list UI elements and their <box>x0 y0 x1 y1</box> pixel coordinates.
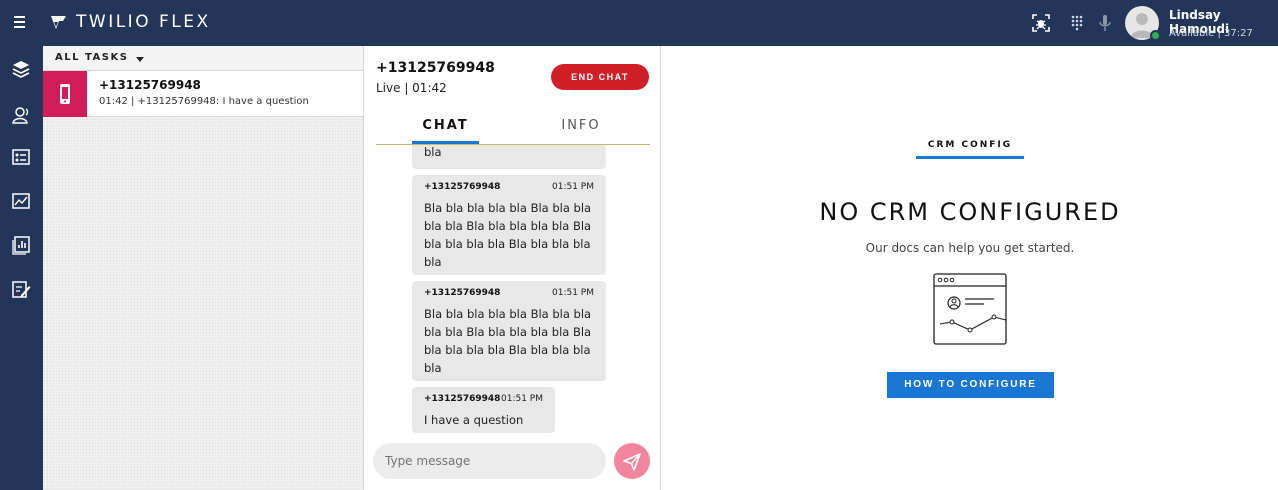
send-icon <box>623 453 641 471</box>
message-line: bla <box>424 361 442 375</box>
wrapup-icon[interactable] <box>10 278 32 300</box>
message-body: I have a question <box>424 411 523 429</box>
layers-icon[interactable] <box>10 58 32 80</box>
message-bubble: bla <box>412 145 606 169</box>
availability-dot <box>1150 30 1161 41</box>
tasks-filter-label: ALL TASKS <box>55 52 129 63</box>
task-subtitle: 01:42 | +13125769948: I have a question <box>99 96 309 107</box>
chat-status: Live | 01:42 <box>376 81 447 95</box>
message-author: +13125769948 <box>424 288 501 298</box>
insights-icon[interactable] <box>10 190 32 212</box>
crm-panel: CRM CONFIG NO CRM CONFIGURED Our docs ca… <box>662 46 1278 490</box>
send-button[interactable] <box>614 443 650 479</box>
crm-subtitle: Our docs can help you get started. <box>865 241 1075 255</box>
message-line: bla bla Bla bla bla bla bla Bla <box>424 219 592 233</box>
debug-bug-icon[interactable] <box>1031 13 1051 33</box>
chevron-down-icon <box>136 57 144 62</box>
message-author: +13125769948 <box>424 394 501 404</box>
message-line: bla bla bla bla Bla bla bla bla <box>424 237 591 251</box>
message-input[interactable] <box>373 443 606 479</box>
message-bubble: +13125769948 01:51 PM Bla bla bla bla bl… <box>412 175 606 275</box>
message-line: I have a question <box>424 413 524 427</box>
crm-title: NO CRM CONFIGURED <box>819 198 1121 226</box>
crm-label-underline <box>916 156 1024 159</box>
reports-icon[interactable] <box>10 234 32 256</box>
message-bubble: +13125769948 01:51 PM Bla bla bla bla bl… <box>412 281 606 381</box>
message-body: Bla bla bla bla bla Bla bla bla bla bla … <box>424 199 591 271</box>
user-status[interactable]: Available | 37:27 <box>1169 28 1253 39</box>
microphone-icon[interactable] <box>1095 13 1115 33</box>
message-time: 01:51 PM <box>552 288 594 298</box>
message-line: bla bla Bla bla bla bla bla Bla <box>424 325 592 339</box>
message-time: 01:51 PM <box>552 182 594 192</box>
task-channel-badge <box>43 71 87 117</box>
chat-customer-number: +13125769948 <box>376 60 495 76</box>
left-nav <box>0 46 43 490</box>
crm-config-label: CRM CONFIG <box>927 140 1013 150</box>
task-list: ALL TASKS +13125769948 01:42 | +13125769… <box>43 46 364 490</box>
teams-icon[interactable] <box>10 146 32 168</box>
browser-profile-chart-icon <box>933 273 1007 345</box>
message-time: 01:51 PM <box>501 394 543 404</box>
end-chat-button[interactable]: END CHAT <box>551 64 649 90</box>
tasks-filter[interactable]: ALL TASKS <box>43 46 363 71</box>
message-line: bla <box>424 255 442 269</box>
menu-icon[interactable] <box>12 13 30 31</box>
mobile-phone-icon <box>60 84 70 104</box>
message-line: bla <box>424 145 442 159</box>
message-list[interactable]: bla +13125769948 01:51 PM Bla bla bla bl… <box>364 145 661 435</box>
chat-panel: +13125769948 Live | 01:42 END CHAT CHAT … <box>364 46 661 490</box>
tab-info[interactable]: INFO <box>548 118 614 144</box>
message-line: Bla bla bla bla bla Bla bla bla <box>424 201 592 215</box>
how-to-configure-button[interactable]: HOW TO CONFIGURE <box>887 372 1054 398</box>
agents-icon[interactable] <box>10 104 32 126</box>
top-bar: TWILIO FLEX Lindsay Hamoudi Available | … <box>0 0 1278 46</box>
task-title: +13125769948 <box>99 78 201 92</box>
message-line: Bla bla bla bla bla Bla bla bla <box>424 307 592 321</box>
message-bubble: +13125769948 01:51 PM I have a question <box>412 387 555 433</box>
app-title: TWILIO FLEX <box>76 12 211 32</box>
message-body: Bla bla bla bla bla Bla bla bla bla bla … <box>424 305 591 377</box>
message-author: +13125769948 <box>424 182 501 192</box>
twilio-logo-icon <box>51 16 66 29</box>
dialpad-icon[interactable] <box>1067 13 1087 33</box>
task-item[interactable]: +13125769948 01:42 | +13125769948: I hav… <box>43 71 363 117</box>
message-line: bla bla bla bla Bla bla bla bla <box>424 343 591 357</box>
message-body: bla <box>424 145 442 161</box>
